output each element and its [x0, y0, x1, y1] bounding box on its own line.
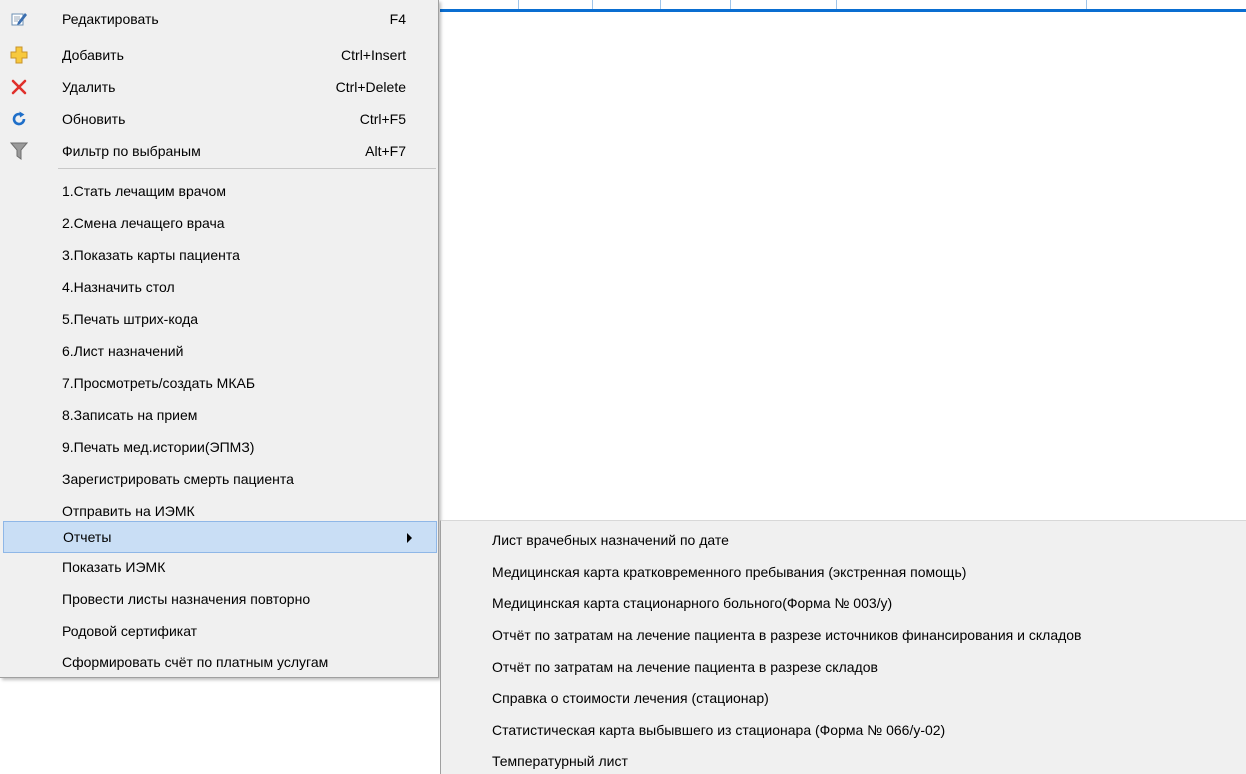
menu-item-refresh[interactable]: Обновить Ctrl+F5 [0, 103, 438, 135]
menu-item-shortcut: Ctrl+Delete [335, 79, 406, 95]
grid-column-separator [1086, 0, 1087, 9]
menu-item-label: Провести листы назначения повторно [62, 591, 311, 607]
submenu-item-short-stay-card[interactable]: Медицинская карта кратковременного пребы… [441, 556, 1246, 587]
menu-item-prescription-sheet[interactable]: 6.Лист назначений [0, 335, 438, 367]
submenu-item-costs-by-warehouse[interactable]: Отчёт по затратам на лечение пациента в … [441, 651, 1246, 682]
menu-item-delete[interactable]: Удалить Ctrl+Delete [0, 71, 438, 103]
screen: Редактировать F4 Добавить Ctrl+Insert Уд… [0, 0, 1246, 774]
menu-item-birth-certificate[interactable]: Родовой сертификат [0, 615, 438, 647]
submenu-item-temperature-sheet[interactable]: Температурный лист [441, 745, 1246, 774]
submenu-item-treatment-cost-certificate[interactable]: Справка о стоимости лечения (стационар) [441, 682, 1246, 713]
menu-item-label: Фильтр по выбраным [62, 143, 201, 159]
submenu-item-label: Медицинская карта стационарного больного… [492, 595, 893, 611]
grid-column-separator [660, 0, 661, 9]
submenu-arrow-icon [407, 533, 412, 543]
menu-item-label: Отправить на ИЭМК [62, 503, 195, 519]
menu-item-filter[interactable]: Фильтр по выбраным Alt+F7 [0, 135, 438, 167]
submenu-item-label: Статистическая карта выбывшего из стацио… [492, 722, 946, 738]
grid-column-separator [592, 0, 593, 9]
menu-item-print-barcode[interactable]: 5.Печать штрих-кода [0, 303, 438, 335]
submenu-item-label: Отчёт по затратам на лечение пациента в … [492, 627, 1082, 643]
menu-item-repost-prescriptions[interactable]: Провести листы назначения повторно [0, 583, 438, 615]
menu-item-reports[interactable]: Отчеты [3, 521, 437, 553]
menu-item-edit[interactable]: Редактировать F4 [0, 3, 438, 35]
menu-item-shortcut: Ctrl+F5 [359, 111, 406, 127]
menu-item-print-medical-history[interactable]: 9.Печать мед.истории(ЭПМЗ) [0, 431, 438, 463]
grid-column-separator [518, 0, 519, 9]
menu-item-label: 1.Стать лечащим врачом [62, 183, 226, 199]
menu-item-label: 6.Лист назначений [62, 343, 184, 359]
grid-header-bar [440, 9, 1246, 12]
menu-item-shortcut: F4 [389, 11, 406, 27]
submenu-item-prescriptions-by-date[interactable]: Лист врачебных назначений по дате [441, 524, 1246, 555]
menu-item-label: Добавить [62, 47, 124, 63]
submenu-item-label: Справка о стоимости лечения (стационар) [492, 690, 769, 706]
menu-item-become-attending-doctor[interactable]: 1.Стать лечащим врачом [0, 175, 438, 207]
submenu-item-discharge-statistics-card[interactable]: Статистическая карта выбывшего из стацио… [441, 714, 1246, 745]
grid-column-separator [730, 0, 731, 9]
edit-icon [10, 10, 28, 28]
reports-submenu: Лист врачебных назначений по дате Медици… [440, 520, 1246, 774]
menu-item-show-patient-cards[interactable]: 3.Показать карты пациента [0, 239, 438, 271]
menu-item-view-create-mkab[interactable]: 7.Просмотреть/создать МКАБ [0, 367, 438, 399]
menu-item-create-paid-invoice[interactable]: Сформировать счёт по платным услугам [0, 646, 438, 678]
menu-item-add[interactable]: Добавить Ctrl+Insert [0, 39, 438, 71]
menu-item-show-iemk[interactable]: Показать ИЭМК [0, 551, 438, 583]
menu-item-label: Удалить [62, 79, 116, 95]
menu-item-label: 9.Печать мед.истории(ЭПМЗ) [62, 439, 255, 455]
menu-item-label: 4.Назначить стол [62, 279, 175, 295]
menu-item-label: 3.Показать карты пациента [62, 247, 240, 263]
filter-icon [9, 142, 29, 160]
menu-item-shortcut: Alt+F7 [365, 143, 406, 159]
menu-item-label: 7.Просмотреть/создать МКАБ [62, 375, 256, 391]
submenu-item-label: Отчёт по затратам на лечение пациента в … [492, 659, 878, 675]
menu-item-register-death[interactable]: Зарегистрировать смерть пациента [0, 463, 438, 495]
menu-item-label: Редактировать [62, 11, 159, 27]
refresh-icon [10, 110, 28, 128]
menu-item-label: 5.Печать штрих-кода [62, 311, 199, 327]
menu-item-label: 8.Записать на прием [62, 407, 198, 423]
menu-item-label: Сформировать счёт по платным услугам [62, 654, 329, 670]
add-icon [10, 46, 28, 64]
menu-item-label: Отчеты [63, 529, 112, 545]
menu-item-label: 2.Смена лечащего врача [62, 215, 225, 231]
menu-item-label: Обновить [62, 111, 126, 127]
menu-item-label: Зарегистрировать смерть пациента [62, 471, 294, 487]
submenu-item-label: Медицинская карта кратковременного пребы… [492, 564, 967, 580]
grid-header-strip [440, 0, 1246, 12]
submenu-item-label: Температурный лист [492, 753, 628, 769]
submenu-item-inpatient-card-003[interactable]: Медицинская карта стационарного больного… [441, 587, 1246, 618]
submenu-item-costs-by-funding-and-warehouse[interactable]: Отчёт по затратам на лечение пациента в … [441, 619, 1246, 650]
menu-item-change-attending-doctor[interactable]: 2.Смена лечащего врача [0, 207, 438, 239]
menu-item-label: Показать ИЭМК [62, 559, 166, 575]
menu-item-book-appointment[interactable]: 8.Записать на прием [0, 399, 438, 431]
menu-item-assign-diet[interactable]: 4.Назначить стол [0, 271, 438, 303]
menu-separator [58, 168, 436, 169]
submenu-item-label: Лист врачебных назначений по дате [492, 532, 729, 548]
context-menu: Редактировать F4 Добавить Ctrl+Insert Уд… [0, 0, 439, 678]
menu-item-shortcut: Ctrl+Insert [341, 47, 406, 63]
delete-icon [10, 78, 28, 96]
grid-column-separator [836, 0, 837, 9]
menu-item-label: Родовой сертификат [62, 623, 198, 639]
